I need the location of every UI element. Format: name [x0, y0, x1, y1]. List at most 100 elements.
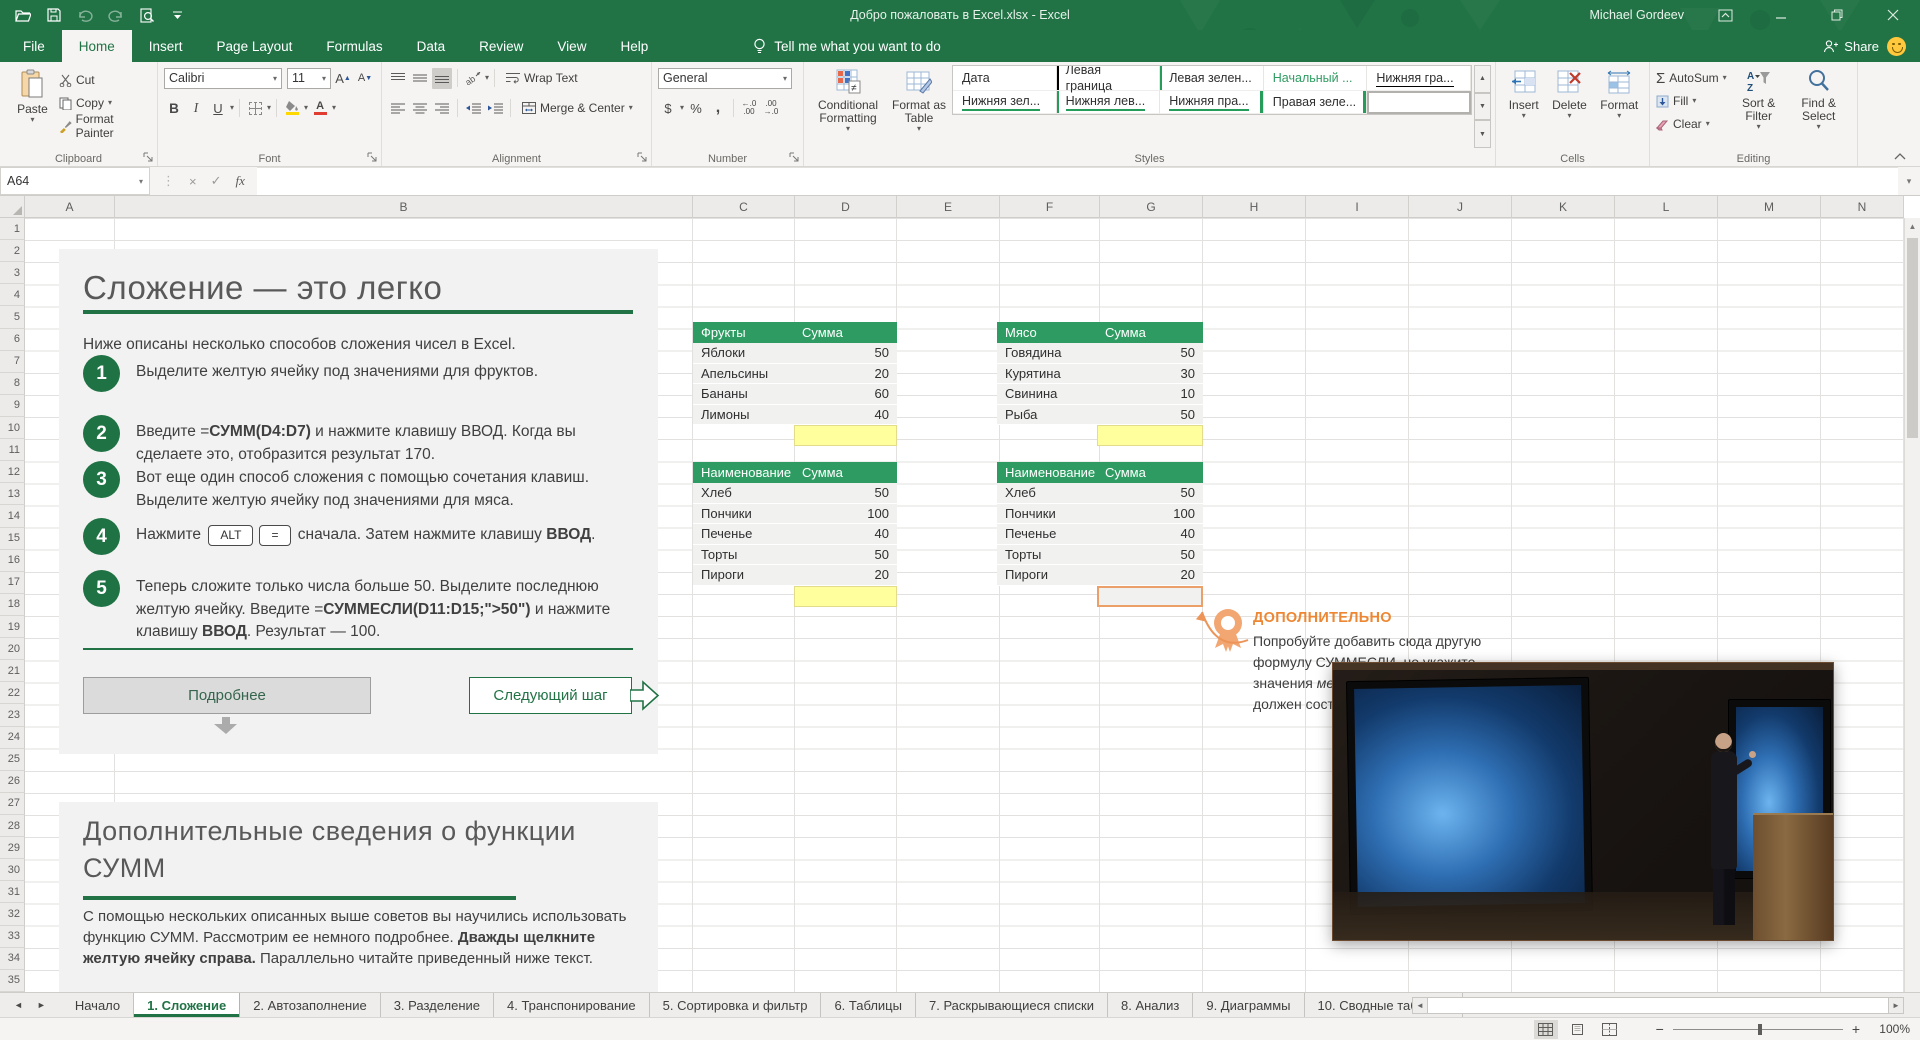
gallery-up-button[interactable]: ▲: [1474, 65, 1491, 93]
zoom-in-icon[interactable]: +: [1852, 1021, 1860, 1037]
align-top-icon[interactable]: [388, 68, 408, 89]
print-preview-icon[interactable]: [138, 7, 155, 24]
font-size-select[interactable]: 11▾: [287, 68, 331, 89]
horizontal-scrollbar[interactable]: ◄ ►: [1412, 996, 1904, 1014]
redo-icon[interactable]: [107, 7, 124, 24]
row-header-19[interactable]: 19: [0, 616, 25, 638]
cancel-formula-icon[interactable]: ×: [189, 174, 197, 189]
cell-style-Дата[interactable]: Дата: [953, 66, 1057, 91]
font-color-dropdown-caret[interactable]: ▾: [332, 104, 336, 112]
decrease-decimal-button[interactable]: .00→.0: [761, 98, 781, 119]
menu-tab-formulas[interactable]: Formulas: [309, 30, 399, 62]
sheet-tab-3-разделение[interactable]: 3. Разделение: [381, 993, 494, 1017]
zoom-out-icon[interactable]: −: [1656, 1021, 1664, 1037]
column-header-D[interactable]: D: [795, 196, 897, 218]
feedback-smiley-icon[interactable]: [1887, 37, 1906, 56]
sheet-tab-1-сложение[interactable]: 1. Сложение: [134, 993, 240, 1017]
menu-tab-home[interactable]: Home: [62, 30, 132, 62]
row-header-22[interactable]: 22: [0, 682, 25, 704]
row-header-4[interactable]: 4: [0, 284, 25, 306]
row-header-9[interactable]: 9: [0, 395, 25, 417]
find-select-button[interactable]: Find & Select ▾: [1791, 65, 1847, 148]
video-overlay[interactable]: [1332, 662, 1834, 941]
borders-button[interactable]: [245, 98, 265, 119]
column-header-A[interactable]: A: [25, 196, 115, 218]
row-header-25[interactable]: 25: [0, 749, 25, 771]
align-bottom-icon[interactable]: [432, 68, 452, 89]
menu-tab-data[interactable]: Data: [400, 30, 463, 62]
autosum-button[interactable]: Σ AutoSum ▾: [1656, 68, 1727, 88]
column-header-H[interactable]: H: [1203, 196, 1306, 218]
font-dialog-launcher-icon[interactable]: [367, 152, 378, 163]
row-header-35[interactable]: 35: [0, 970, 25, 992]
cell-style-Нижняя лев...[interactable]: Нижняя лев...: [1057, 91, 1161, 114]
font-family-select[interactable]: Calibri▾: [164, 68, 282, 89]
row-header-23[interactable]: 23: [0, 704, 25, 726]
sum-input-cell-yellow[interactable]: [1097, 425, 1203, 446]
row-header-21[interactable]: 21: [0, 660, 25, 682]
orientation-dropdown-caret[interactable]: ▾: [485, 74, 489, 82]
sheet-tab-6-таблицы[interactable]: 6. Таблицы: [821, 993, 916, 1017]
row-header-32[interactable]: 32: [0, 903, 25, 925]
fill-button[interactable]: Fill ▾: [1656, 91, 1727, 111]
row-header-26[interactable]: 26: [0, 771, 25, 793]
row-header-20[interactable]: 20: [0, 638, 25, 660]
page-layout-view-icon[interactable]: [1566, 1020, 1590, 1039]
underline-button[interactable]: U: [208, 98, 228, 119]
copy-dropdown-caret[interactable]: ▾: [108, 99, 112, 107]
save-icon[interactable]: [45, 7, 62, 24]
clear-caret[interactable]: ▾: [1706, 120, 1710, 128]
scroll-right-icon[interactable]: ►: [1888, 997, 1904, 1014]
bold-button[interactable]: B: [164, 98, 184, 119]
sheet-tab-9-диаграммы[interactable]: 9. Диаграммы: [1193, 993, 1304, 1017]
row-header-31[interactable]: 31: [0, 881, 25, 903]
percent-format-button[interactable]: %: [686, 98, 706, 119]
sum-input-cell-orange[interactable]: [1097, 586, 1203, 607]
merge-center-button[interactable]: Merge & Center ▾: [522, 98, 633, 118]
open-folder-icon[interactable]: [14, 7, 31, 24]
fill-caret[interactable]: ▾: [1692, 97, 1696, 105]
ribbon-display-options-icon[interactable]: [1710, 4, 1740, 26]
next-step-button[interactable]: Следующий шаг: [469, 677, 632, 714]
column-header-F[interactable]: F: [1000, 196, 1100, 218]
minimize-button[interactable]: [1766, 4, 1796, 26]
align-left-icon[interactable]: [388, 98, 408, 119]
column-header-C[interactable]: C: [693, 196, 795, 218]
row-header-17[interactable]: 17: [0, 572, 25, 594]
number-dialog-launcher-icon[interactable]: [789, 152, 800, 163]
close-button[interactable]: [1878, 4, 1908, 26]
horizontal-scroll-thumb[interactable]: [1428, 997, 1888, 1014]
fill-color-dropdown-caret[interactable]: ▾: [304, 104, 308, 112]
cell-style-Нижняя пра...[interactable]: Нижняя пра...: [1160, 91, 1264, 114]
cell-style-Нижняя гра...[interactable]: Нижняя гра...: [1367, 66, 1471, 91]
column-header-M[interactable]: M: [1718, 196, 1821, 218]
italic-button[interactable]: I: [186, 98, 206, 119]
row-header-29[interactable]: 29: [0, 837, 25, 859]
menu-tab-page-layout[interactable]: Page Layout: [200, 30, 310, 62]
row-header-2[interactable]: 2: [0, 240, 25, 262]
sheet-tab-начало[interactable]: Начало: [62, 993, 134, 1017]
cut-button[interactable]: Cut: [59, 70, 153, 90]
row-header-11[interactable]: 11: [0, 439, 25, 461]
zoom-slider-thumb[interactable]: [1758, 1024, 1762, 1035]
gallery-down-button[interactable]: ▼: [1474, 93, 1491, 121]
fill-color-button[interactable]: [282, 98, 302, 119]
delete-cells-caret[interactable]: ▾: [1567, 112, 1571, 120]
column-header-I[interactable]: I: [1306, 196, 1409, 218]
row-header-18[interactable]: 18: [0, 594, 25, 616]
row-header-6[interactable]: 6: [0, 329, 25, 351]
row-header-7[interactable]: 7: [0, 351, 25, 373]
sheet-tab-7-раскрывающиеся-списки[interactable]: 7. Раскрывающиеся списки: [916, 993, 1108, 1017]
row-header-14[interactable]: 14: [0, 505, 25, 527]
insert-cells-caret[interactable]: ▾: [1522, 112, 1526, 120]
sheet-tab-2-автозаполнение[interactable]: 2. Автозаполнение: [240, 993, 380, 1017]
clear-button[interactable]: Clear ▾: [1656, 114, 1727, 134]
row-header-33[interactable]: 33: [0, 926, 25, 948]
paste-button[interactable]: Paste ▾: [6, 65, 59, 148]
cell-style-blank[interactable]: [1367, 91, 1471, 114]
vertical-scroll-thumb[interactable]: [1907, 238, 1918, 438]
format-cells-caret[interactable]: ▾: [1617, 112, 1621, 120]
menu-tab-review[interactable]: Review: [462, 30, 540, 62]
drag-handle-icon[interactable]: ⋮: [162, 173, 175, 189]
column-header-B[interactable]: B: [115, 196, 693, 218]
